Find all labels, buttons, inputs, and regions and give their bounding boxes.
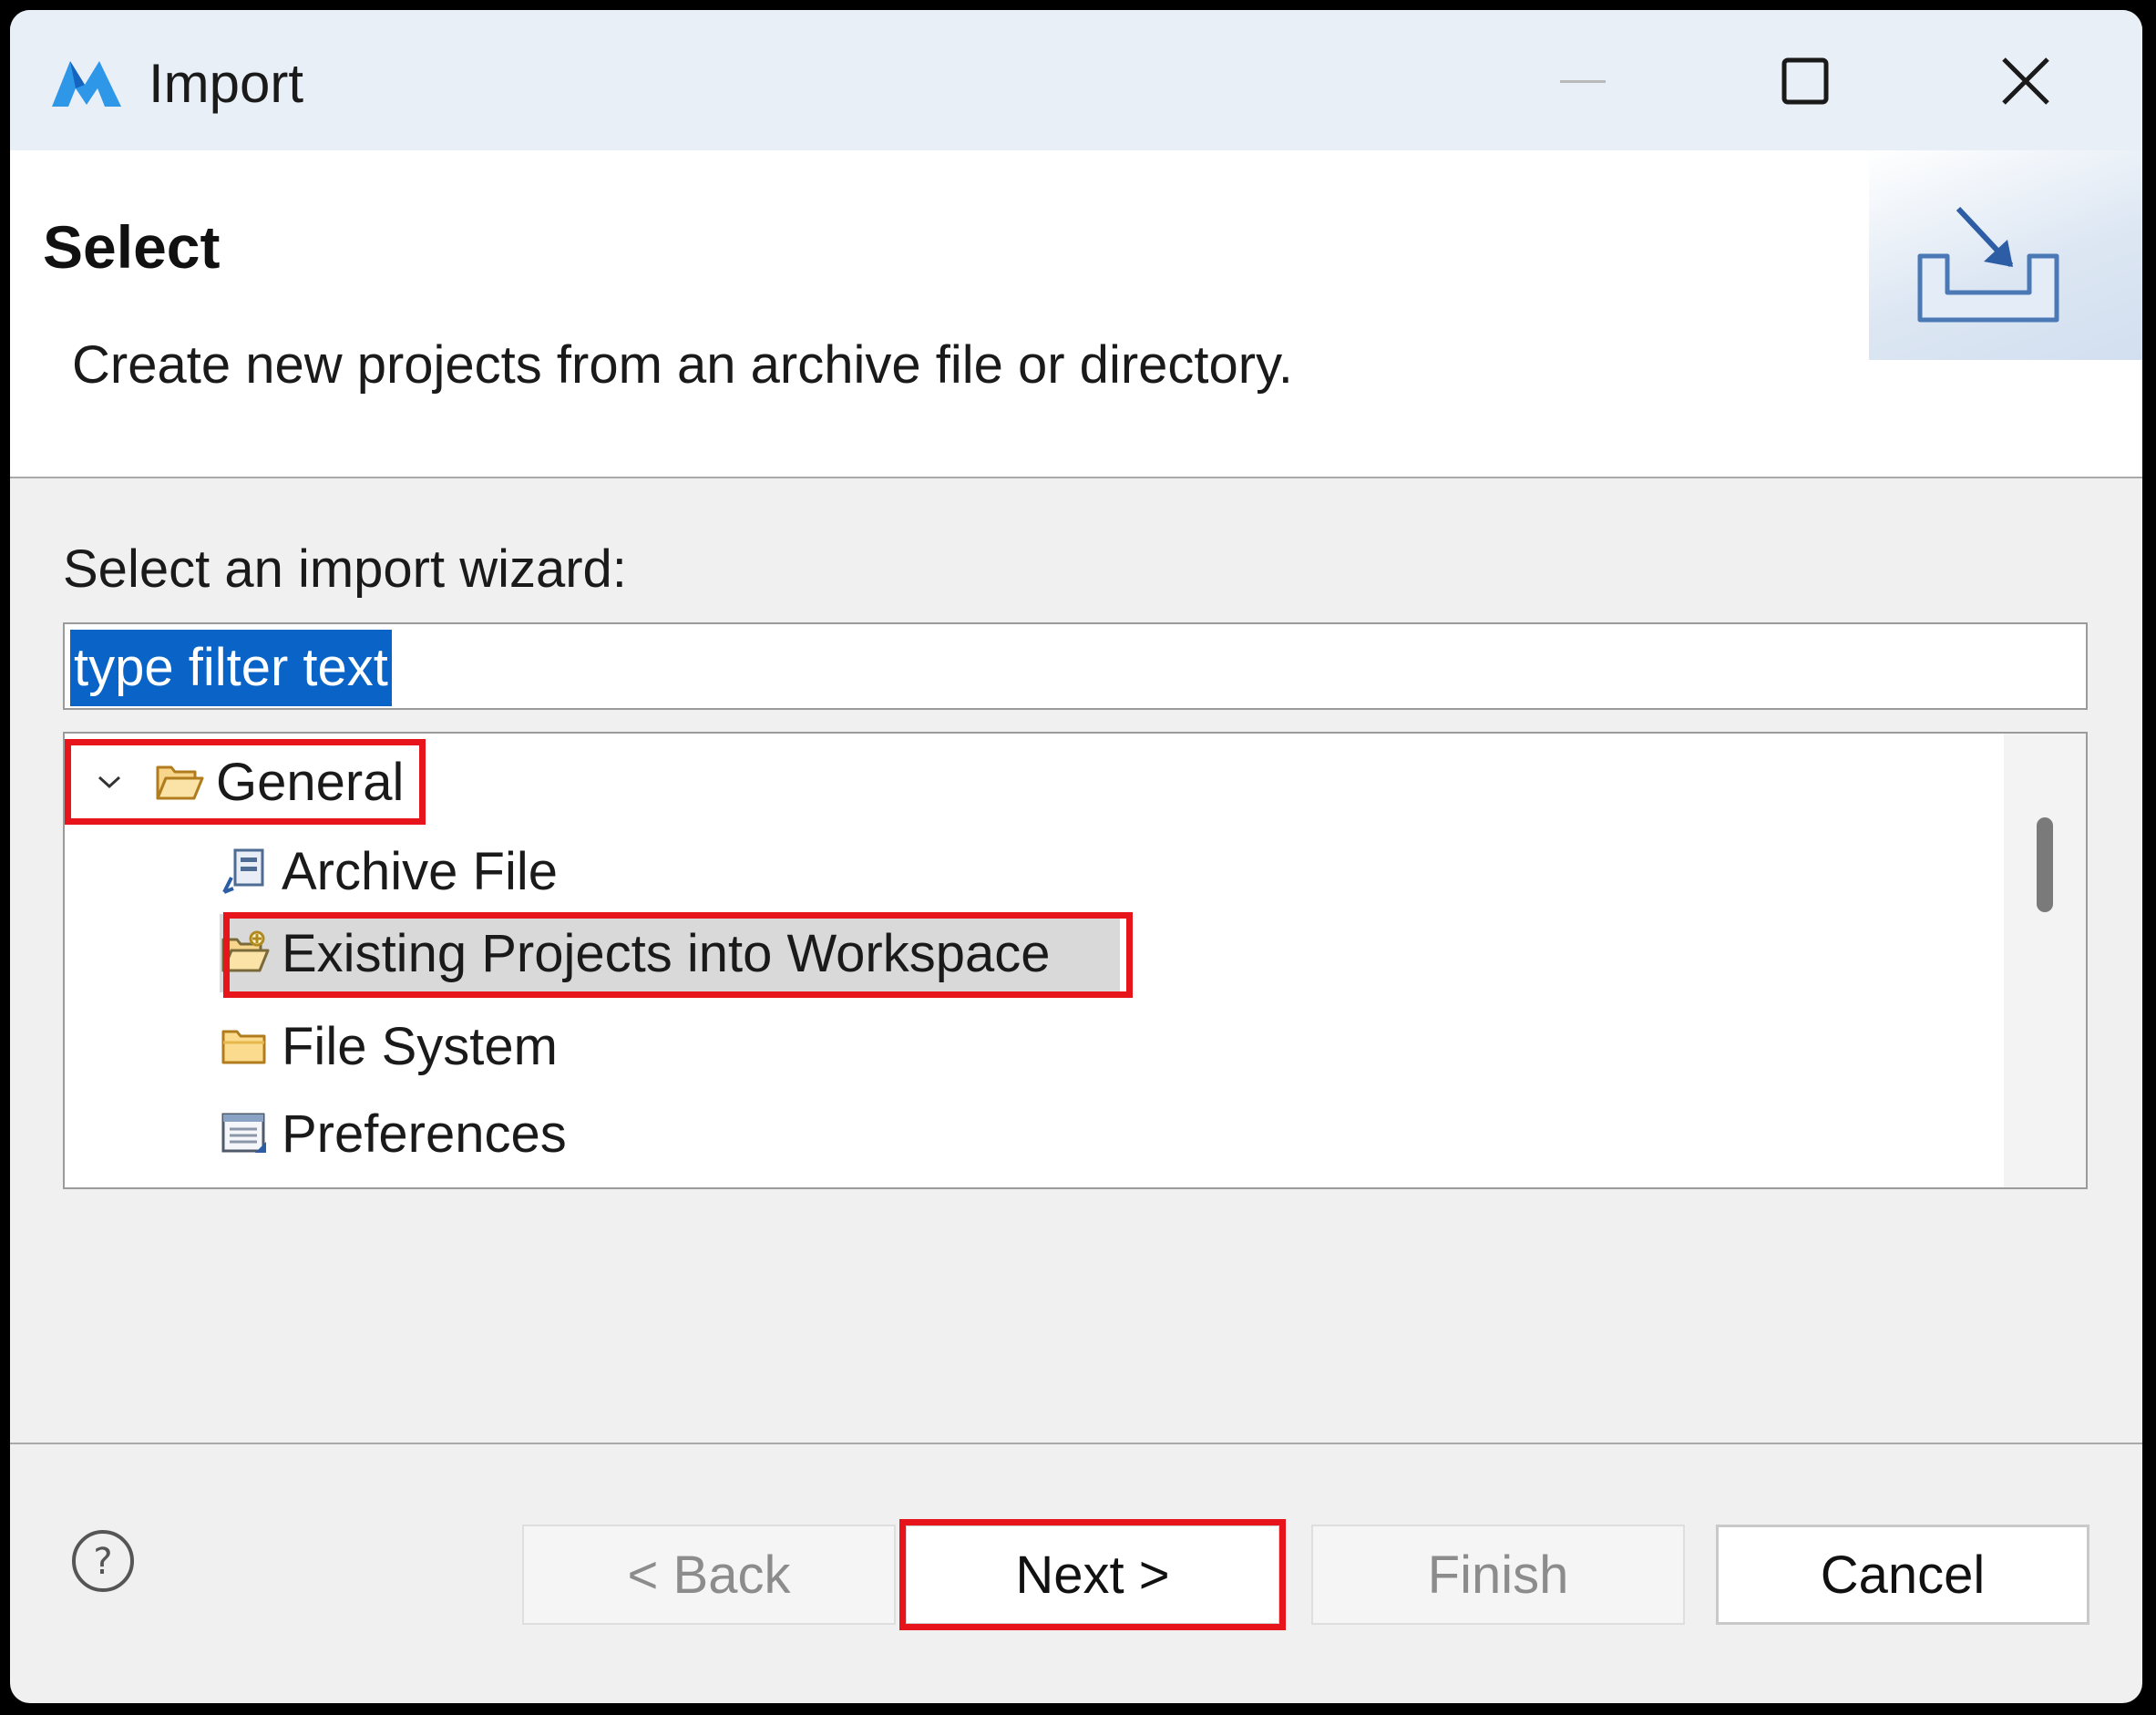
help-icon[interactable]: ? [70,1528,136,1594]
import-banner-icon [1917,206,2059,323]
highlight-box [65,739,426,825]
close-icon [2002,57,2049,105]
app-logo-icon [52,61,121,107]
window-title: Import [149,53,304,114]
footer-divider [10,1443,2142,1444]
tree-item-label: Archive File [282,841,558,901]
filter-input-text: type filter text [70,630,392,706]
page-title: Select [43,213,221,281]
minimize-button[interactable] [1528,37,1638,125]
back-button[interactable]: < Back [522,1525,896,1625]
minimize-icon [1560,80,1606,83]
filter-input[interactable]: type filter text [63,622,2088,710]
folder-icon [220,1021,271,1072]
tree-item-archive-file[interactable]: Archive File [220,832,558,910]
wizard-header: Select Create new projects from an archi… [10,150,2142,477]
cancel-button[interactable]: Cancel [1716,1525,2089,1625]
close-button[interactable] [1971,37,2080,125]
archive-file-icon [220,846,271,897]
finish-button[interactable]: Finish [1311,1525,1685,1625]
tree-item-label: File System [282,1016,558,1076]
preferences-icon [220,1108,271,1159]
wizard-tree[interactable]: General Archive File Existing Projects i… [63,732,2088,1189]
tree-item-label: Preferences [282,1104,567,1164]
tree-scrollbar[interactable] [2004,734,2086,1187]
header-divider [10,477,2142,478]
highlight-box [223,912,1133,998]
page-description: Create new projects from an archive file… [72,335,1293,395]
import-dialog: Import Select Create new projects from a… [10,10,2142,1703]
tree-item-file-system[interactable]: File System [220,1007,558,1085]
scrollbar-thumb[interactable] [2037,817,2053,912]
highlight-box [899,1519,1286,1630]
svg-text:?: ? [93,1541,112,1583]
maximize-icon [1781,57,1829,105]
maximize-button[interactable] [1750,37,1860,125]
tree-item-preferences[interactable]: Preferences [220,1094,567,1173]
title-bar: Import [10,10,2142,150]
wizard-prompt: Select an import wizard: [63,539,627,599]
